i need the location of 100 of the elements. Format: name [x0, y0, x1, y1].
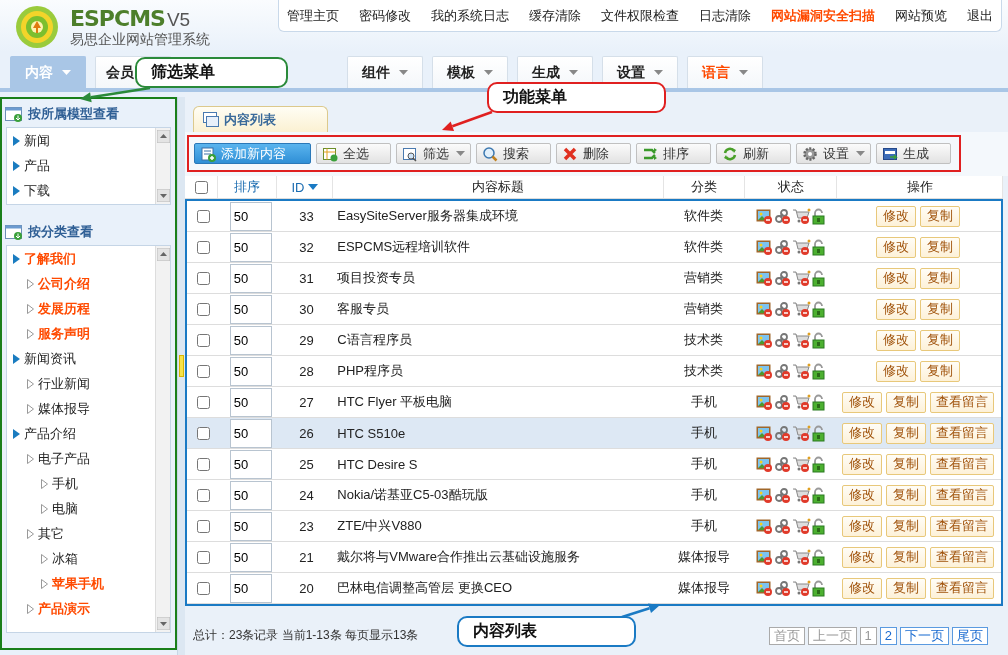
order-field[interactable]: 50: [229, 542, 272, 572]
action-button[interactable]: 复制: [886, 391, 927, 413]
action-button[interactable]: 查看留言: [930, 391, 995, 413]
action-button[interactable]: 修改: [876, 267, 917, 289]
toolbar-button[interactable]: 排序: [636, 143, 711, 164]
action-button[interactable]: 修改: [842, 391, 883, 413]
row-checkbox[interactable]: [196, 457, 210, 471]
tree-item[interactable]: 冰箱: [7, 546, 156, 571]
action-button[interactable]: 复制: [886, 453, 927, 475]
action-button[interactable]: 复制: [920, 360, 961, 382]
action-button[interactable]: 查看留言: [930, 453, 995, 475]
action-button[interactable]: 复制: [886, 484, 927, 506]
tree-item[interactable]: 媒体报导: [7, 396, 156, 421]
page-button[interactable]: 2: [879, 626, 897, 645]
page-button[interactable]: 尾页: [952, 626, 988, 645]
row-checkbox[interactable]: [196, 271, 210, 285]
action-button[interactable]: 复制: [886, 577, 927, 599]
splitter-handle[interactable]: [179, 355, 185, 377]
action-button[interactable]: 修改: [876, 298, 917, 320]
row-checkbox[interactable]: [196, 240, 210, 254]
toolbar-button[interactable]: 删除: [556, 143, 631, 164]
tree-item[interactable]: 公司介绍: [7, 271, 156, 296]
row-checkbox[interactable]: [196, 581, 210, 595]
tree-item[interactable]: 产品: [7, 153, 156, 178]
action-button[interactable]: 修改: [876, 360, 917, 382]
order-field[interactable]: 50: [229, 511, 272, 541]
action-button[interactable]: 复制: [886, 546, 927, 568]
action-button[interactable]: 修改: [842, 484, 883, 506]
top-link[interactable]: 网站预览: [895, 6, 947, 25]
row-checkbox[interactable]: [196, 302, 210, 316]
toolbar-button[interactable]: 生成: [876, 143, 951, 164]
order-field[interactable]: 50: [229, 294, 272, 324]
action-button[interactable]: 复制: [886, 422, 927, 444]
nav-tab[interactable]: 语言: [687, 56, 763, 88]
column-header[interactable]: ID: [291, 179, 305, 195]
tree-item[interactable]: 发展历程: [7, 296, 156, 321]
select-all-checkbox[interactable]: [194, 180, 208, 194]
action-button[interactable]: 修改: [842, 453, 883, 475]
row-checkbox[interactable]: [196, 550, 210, 564]
action-button[interactable]: 查看留言: [930, 484, 995, 506]
action-button[interactable]: 复制: [920, 267, 961, 289]
row-checkbox[interactable]: [196, 519, 210, 533]
action-button[interactable]: 修改: [876, 236, 917, 258]
action-button[interactable]: 修改: [876, 205, 917, 227]
order-field[interactable]: 50: [229, 232, 272, 262]
tree-item[interactable]: 电脑: [7, 496, 156, 521]
row-checkbox[interactable]: [196, 209, 210, 223]
toolbar-button[interactable]: 设置: [796, 143, 871, 164]
order-field[interactable]: 50: [229, 480, 272, 510]
action-button[interactable]: 复制: [920, 329, 961, 351]
top-link[interactable]: 我的系统日志: [431, 6, 509, 25]
order-field[interactable]: 50: [229, 573, 272, 603]
tree-item[interactable]: 电子产品: [7, 446, 156, 471]
order-field[interactable]: 50: [229, 325, 272, 355]
top-link[interactable]: 缓存清除: [529, 6, 581, 25]
column-header[interactable]: 排序: [234, 178, 260, 196]
toolbar-button[interactable]: 搜索: [476, 143, 551, 164]
row-checkbox[interactable]: [196, 488, 210, 502]
order-field[interactable]: 50: [229, 356, 272, 386]
tree-item[interactable]: 新闻资讯: [7, 346, 156, 371]
action-button[interactable]: 复制: [920, 236, 961, 258]
tree-item[interactable]: 新闻: [7, 128, 156, 153]
tree-item[interactable]: 服务声明: [7, 321, 156, 346]
row-checkbox[interactable]: [196, 395, 210, 409]
tree-item[interactable]: 行业新闻: [7, 371, 156, 396]
tree-item[interactable]: 手机: [7, 471, 156, 496]
top-link[interactable]: 文件权限检查: [601, 6, 679, 25]
action-button[interactable]: 修改: [842, 422, 883, 444]
tree-item[interactable]: 产品演示: [7, 596, 156, 621]
action-button[interactable]: 查看留言: [930, 422, 995, 444]
tree-item[interactable]: 其它: [7, 521, 156, 546]
toolbar-button[interactable]: 刷新: [716, 143, 791, 164]
top-link[interactable]: 管理主页: [287, 6, 339, 25]
action-button[interactable]: 查看留言: [930, 577, 995, 599]
tree-item[interactable]: 苹果手机: [7, 571, 156, 596]
toolbar-button[interactable]: 全选: [316, 143, 391, 164]
order-field[interactable]: 50: [229, 387, 272, 417]
row-checkbox[interactable]: [196, 333, 210, 347]
tree-item[interactable]: 下载: [7, 178, 156, 203]
top-link[interactable]: 退出: [967, 6, 993, 25]
action-button[interactable]: 修改: [842, 546, 883, 568]
top-link[interactable]: 密码修改: [359, 6, 411, 25]
action-button[interactable]: 修改: [842, 515, 883, 537]
action-button[interactable]: 复制: [886, 515, 927, 537]
top-link[interactable]: 网站漏洞安全扫描: [771, 6, 875, 25]
row-checkbox[interactable]: [196, 426, 210, 440]
action-button[interactable]: 查看留言: [930, 546, 995, 568]
order-field[interactable]: 50: [229, 263, 272, 293]
order-field[interactable]: 50: [229, 449, 272, 479]
tree-item[interactable]: 产品介绍: [7, 421, 156, 446]
top-link[interactable]: 日志清除: [699, 6, 751, 25]
toolbar-button[interactable]: 筛选: [396, 143, 471, 164]
action-button[interactable]: 查看留言: [930, 515, 995, 537]
order-field[interactable]: 50: [229, 201, 272, 231]
nav-tab[interactable]: 模板: [432, 56, 508, 88]
content-tab[interactable]: 内容列表: [193, 106, 328, 132]
action-button[interactable]: 修改: [876, 329, 917, 351]
row-checkbox[interactable]: [196, 364, 210, 378]
tree-item[interactable]: 了解我们: [7, 246, 156, 271]
page-button[interactable]: 下一页: [900, 626, 949, 645]
